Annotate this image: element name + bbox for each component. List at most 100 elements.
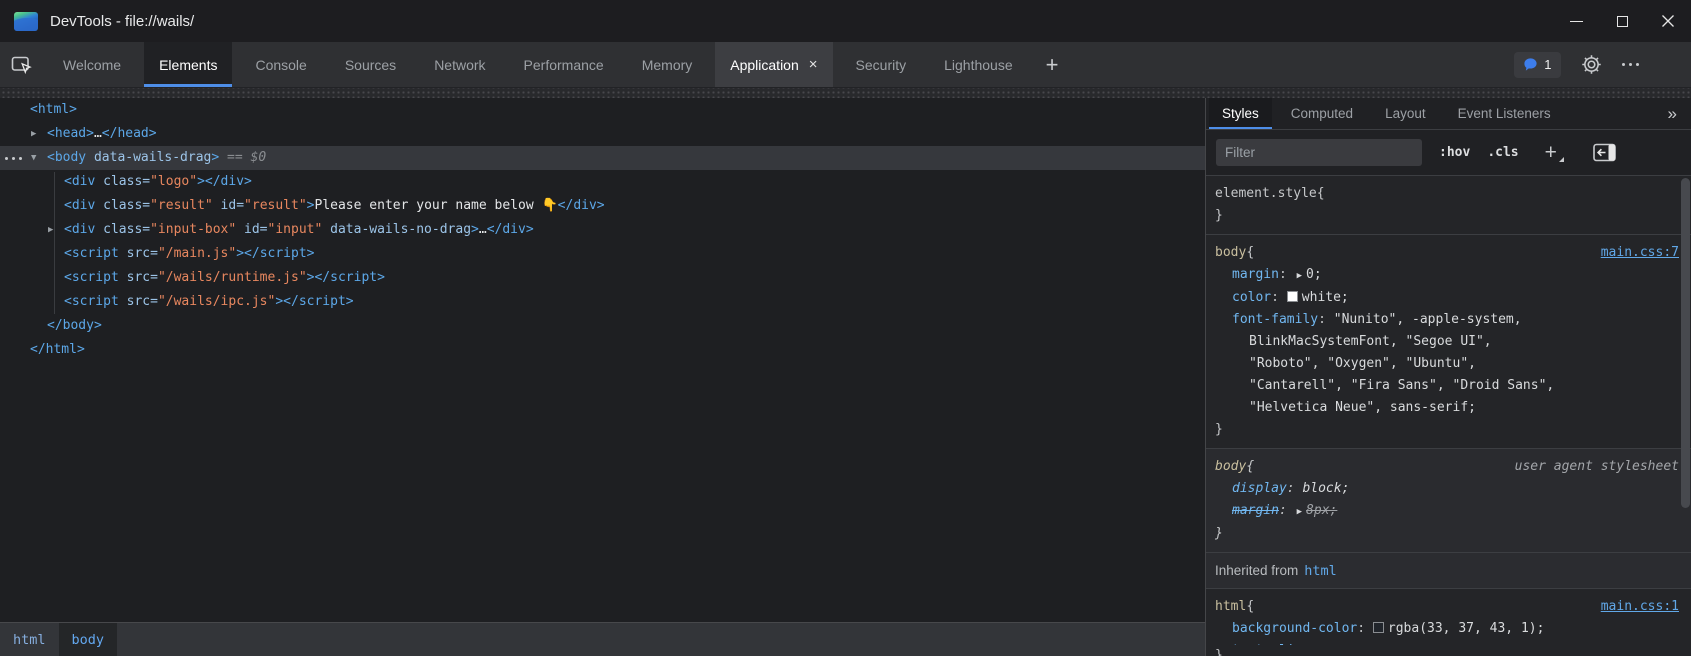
- dom-node-text: <script src="/wails/ipc.js"></script>: [0, 294, 354, 309]
- toggle-hover-state-button[interactable]: :hov: [1439, 145, 1470, 160]
- devtools-toolbar: Welcome ElementsConsoleSources Network Perf…: [0, 42, 1691, 88]
- add-panel-button[interactable]: +: [1032, 42, 1073, 87]
- color-swatch[interactable]: [1373, 622, 1384, 633]
- tab-label: Welcome: [63, 57, 121, 73]
- stylesheet-link[interactable]: main.css:1: [1601, 596, 1679, 618]
- tab-performance[interactable]: Performance: [509, 42, 619, 87]
- css-property[interactable]: color: white;: [1215, 287, 1679, 309]
- toggle-classes-button[interactable]: .cls: [1487, 145, 1518, 160]
- open-brace: {: [1317, 183, 1325, 205]
- styles-tab-event-listeners[interactable]: Event Listeners: [1445, 98, 1564, 129]
- css-property[interactable]: margin: ▶0;: [1215, 264, 1679, 287]
- new-style-rule-button[interactable]: +: [1545, 142, 1557, 163]
- inherited-node-link[interactable]: html: [1304, 563, 1337, 579]
- dom-node-text: <script src="/main.js"></script>: [0, 246, 315, 261]
- token-txt: …: [94, 126, 102, 141]
- token-txt: Please enter your name below: [315, 198, 542, 213]
- dom-tree-row[interactable]: <script src="/wails/ipc.js"></script>: [0, 290, 1205, 314]
- property-value: 8px;: [1306, 503, 1337, 518]
- dom-tree-row[interactable]: </html>: [0, 338, 1205, 362]
- settings-button[interactable]: [1581, 54, 1602, 75]
- styles-scrollbar-thumb[interactable]: [1681, 178, 1690, 508]
- breadcrumb-item-html[interactable]: html: [0, 623, 59, 656]
- breadcrumb-item-body[interactable]: body: [59, 623, 118, 656]
- node-menu-dots-icon[interactable]: [5, 157, 22, 160]
- property-colon: :: [1279, 267, 1295, 282]
- close-button[interactable]: [1645, 0, 1691, 42]
- title-bar: DevTools - file://wails/: [0, 0, 1691, 42]
- dom-tree-row[interactable]: <div class="result" id="result">Please e…: [0, 194, 1205, 218]
- property-colon: :: [1279, 503, 1295, 518]
- styles-tab-styles[interactable]: Styles: [1209, 98, 1272, 129]
- tab-memory[interactable]: Memory: [627, 42, 708, 87]
- token-tag: >: [307, 198, 315, 213]
- token-attr: class=: [95, 198, 150, 213]
- tab-elements[interactable]: Elements: [144, 42, 232, 87]
- inspect-cursor-icon: [11, 55, 34, 75]
- token-tag: <body: [47, 150, 86, 165]
- toggle-computed-sidebar-button[interactable]: [1593, 143, 1616, 162]
- tab-security[interactable]: Security: [841, 42, 922, 87]
- styles-tab-computed[interactable]: Computed: [1278, 98, 1366, 129]
- property-value-wrap: "Cantarell", "Fira Sans", "Droid Sans",: [1215, 375, 1679, 397]
- token-txt: …: [479, 222, 487, 237]
- tab-welcome[interactable]: Welcome: [48, 42, 136, 87]
- tab-lighthouse[interactable]: Lighthouse: [929, 42, 1028, 87]
- tab-console[interactable]: Console: [240, 42, 321, 87]
- tab-label: Network: [434, 57, 485, 73]
- token-val: "/wails/ipc.js": [158, 294, 275, 309]
- css-property[interactable]: margin: ▶ 8px;: [1215, 500, 1679, 523]
- css-property[interactable]: display: block;: [1215, 478, 1679, 500]
- dom-tree-row[interactable]: <html>: [0, 98, 1205, 122]
- css-selector[interactable]: html: [1215, 596, 1246, 618]
- tab-sources[interactable]: Sources: [330, 42, 411, 87]
- property-name: margin: [1232, 503, 1279, 518]
- maximize-button[interactable]: [1599, 0, 1645, 42]
- styles-sections: element.style {}body {main.css:7margin: …: [1206, 176, 1691, 656]
- expand-shorthand-icon[interactable]: ▶: [1297, 507, 1302, 517]
- token-tag: >: [471, 222, 479, 237]
- token-attr: data-wails-drag: [86, 150, 211, 165]
- dom-tree-row[interactable]: ▼<body data-wails-drag> == $0: [0, 146, 1205, 170]
- more-tabs-chevron-icon[interactable]: »: [1654, 98, 1691, 129]
- expand-arrow-icon[interactable]: ▶: [48, 218, 53, 242]
- styles-filter-input[interactable]: [1216, 139, 1422, 166]
- devtools-app-icon: [14, 12, 38, 31]
- css-selector[interactable]: body: [1215, 456, 1246, 478]
- css-selector[interactable]: body: [1215, 242, 1246, 264]
- expand-shorthand-icon[interactable]: ▶: [1297, 271, 1302, 281]
- expand-arrow-icon[interactable]: ▶: [31, 122, 36, 146]
- property-value: "Nunito", -apple-system,: [1334, 312, 1522, 327]
- close-tab-icon[interactable]: ×: [809, 57, 818, 72]
- elements-panel: <html>▶<head>…</head>▼ <body data-wails-d…: [0, 88, 1205, 656]
- tab-network[interactable]: Network: [419, 42, 500, 87]
- dom-tree-row[interactable]: <script src="/main.js"></script>: [0, 242, 1205, 266]
- stylesheet-link[interactable]: main.css:7: [1601, 242, 1679, 264]
- token-tag: <script: [64, 246, 119, 261]
- css-selector[interactable]: element.style: [1215, 183, 1317, 205]
- dom-tree-row[interactable]: ▶<div class="input-box" id="input" data-…: [0, 218, 1205, 242]
- dom-tree-row[interactable]: </body>: [0, 314, 1205, 338]
- css-property[interactable]: background-color: rgba(33, 37, 43, 1);: [1215, 618, 1679, 640]
- tab-application[interactable]: Application ×: [715, 42, 832, 87]
- issues-bubble-icon: [1523, 57, 1538, 72]
- token-tag: <div: [64, 174, 95, 189]
- tab-label: Application: [730, 57, 799, 73]
- collapse-arrow-icon[interactable]: ▼: [31, 146, 36, 170]
- css-property[interactable]: font-family: "Nunito", -apple-system,: [1215, 309, 1679, 331]
- property-colon: :: [1271, 290, 1287, 305]
- more-options-button[interactable]: [1622, 63, 1640, 67]
- property-colon: :: [1318, 312, 1334, 327]
- issues-counter[interactable]: 1: [1514, 52, 1560, 78]
- styles-tab-layout[interactable]: Layout: [1372, 98, 1439, 129]
- minimize-button[interactable]: [1553, 0, 1599, 42]
- panel-arrow-icon: [1593, 143, 1616, 162]
- color-swatch[interactable]: [1287, 291, 1298, 302]
- dom-tree-row[interactable]: <div class="logo"></div>: [0, 170, 1205, 194]
- issues-count: 1: [1544, 57, 1551, 72]
- dom-tree-row[interactable]: <script src="/wails/runtime.js"></script…: [0, 266, 1205, 290]
- tab-label: Security: [856, 57, 907, 73]
- dom-tree-row[interactable]: ▶<head>…</head>: [0, 122, 1205, 146]
- token-val: "input-box": [150, 222, 236, 237]
- inspect-element-button[interactable]: [0, 42, 44, 87]
